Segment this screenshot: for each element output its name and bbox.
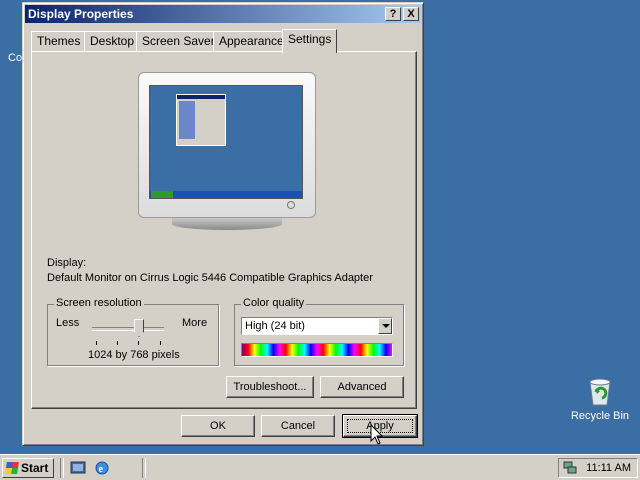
tab-desktop[interactable]: Desktop xyxy=(84,31,141,51)
chevron-down-icon[interactable] xyxy=(378,318,392,334)
ok-button[interactable]: OK xyxy=(181,415,255,437)
show-desktop-icon[interactable] xyxy=(70,460,86,476)
windows-flag-icon xyxy=(5,462,19,474)
recycle-bin-label: Recycle Bin xyxy=(570,410,630,422)
screen-resolution-group: Screen resolution Less More 1024 by 768 … xyxy=(47,297,219,366)
troubleshoot-button[interactable]: Troubleshoot... xyxy=(226,376,314,398)
color-quality-group: Color quality High (24 bit) xyxy=(234,297,404,366)
display-properties-dialog: Display Properties ? X Themes Desktop Sc… xyxy=(22,2,424,446)
close-button[interactable]: X xyxy=(403,7,419,21)
monitor-preview xyxy=(138,72,316,230)
clock[interactable]: 11:11 AM xyxy=(586,462,631,474)
network-icon[interactable] xyxy=(563,461,577,475)
mouse-cursor-icon xyxy=(370,424,384,445)
advanced-button[interactable]: Advanced xyxy=(320,376,404,398)
svg-text:e: e xyxy=(99,464,104,475)
resolution-value: 1024 by 768 pixels xyxy=(88,349,180,361)
color-quality-select[interactable]: High (24 bit) xyxy=(241,317,393,335)
color-quality-label: Color quality xyxy=(241,297,307,309)
start-label: Start xyxy=(21,461,49,475)
less-label: Less xyxy=(56,317,80,329)
power-led-icon xyxy=(287,201,295,209)
color-quality-value: High (24 bit) xyxy=(245,320,305,332)
screen-resolution-label: Screen resolution xyxy=(54,297,144,309)
start-button[interactable]: Start xyxy=(2,458,54,478)
display-value: Default Monitor on Cirrus Logic 5446 Com… xyxy=(47,272,373,284)
color-spectrum-bar xyxy=(241,343,393,357)
desktop-icon-label-partial[interactable]: Co xyxy=(8,52,22,64)
resolution-slider-track[interactable] xyxy=(92,327,164,331)
recycle-bin-icon xyxy=(586,376,614,406)
resolution-slider-thumb[interactable] xyxy=(134,319,144,337)
more-label: More xyxy=(182,317,208,329)
cancel-button[interactable]: Cancel xyxy=(261,415,335,437)
window-title: Display Properties xyxy=(28,7,134,21)
system-tray: 11:11 AM xyxy=(558,458,638,478)
title-bar[interactable]: Display Properties ? X xyxy=(25,5,421,23)
display-label: Display: xyxy=(47,257,87,269)
monitor-screen xyxy=(149,85,303,199)
settings-panel: Display: Default Monitor on Cirrus Logic… xyxy=(31,51,417,409)
tab-settings[interactable]: Settings xyxy=(282,29,338,53)
tab-themes[interactable]: Themes xyxy=(31,31,87,51)
recycle-bin[interactable]: Recycle Bin xyxy=(566,376,634,422)
tab-appearance[interactable]: Appearance xyxy=(213,31,290,51)
internet-explorer-icon[interactable]: e xyxy=(94,460,110,476)
tab-screen-saver[interactable]: Screen Saver xyxy=(136,31,221,51)
taskbar: Start e 11:11 AM xyxy=(0,454,640,480)
help-button[interactable]: ? xyxy=(385,7,401,21)
